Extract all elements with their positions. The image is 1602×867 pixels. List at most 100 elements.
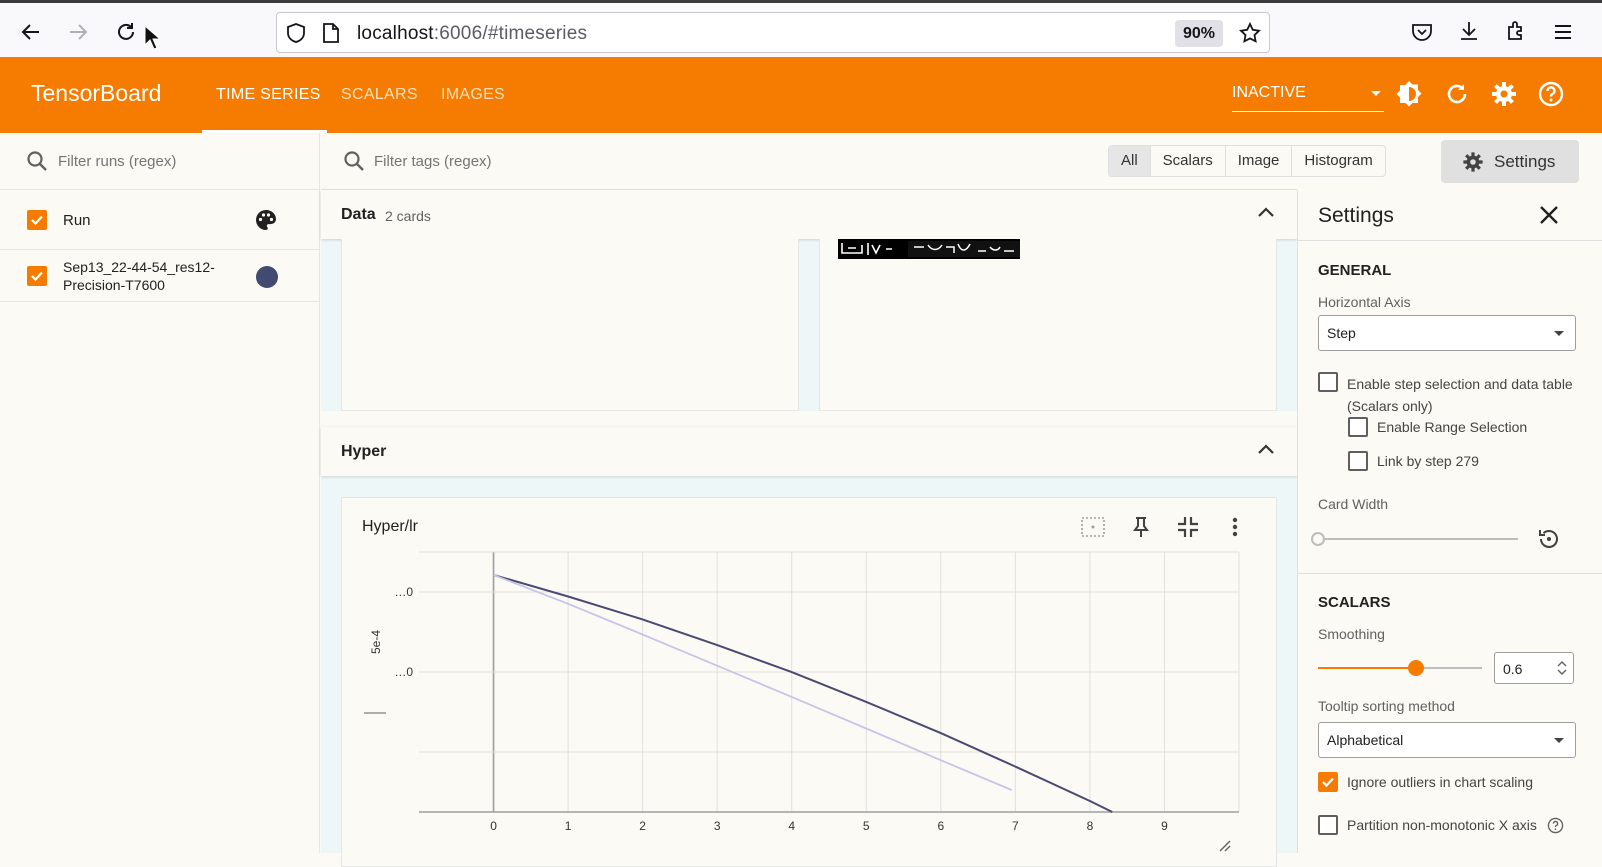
zoom-level-badge[interactable]: 90%	[1174, 20, 1223, 47]
dark-mode-toggle-icon[interactable]	[1394, 79, 1424, 109]
url-path: :6006/#timeseries	[433, 23, 588, 44]
shield-icon[interactable]	[285, 22, 307, 44]
chevron-up-icon[interactable]	[1257, 443, 1275, 455]
fit-domain-icon[interactable]	[1080, 514, 1106, 540]
checkmark-icon	[31, 271, 43, 282]
range-selection-checkbox[interactable]	[1348, 417, 1368, 437]
menu-hamburger-icon[interactable]	[1551, 20, 1575, 44]
settings-gear-icon[interactable]	[1489, 79, 1519, 109]
card-width-label: Card Width	[1318, 496, 1389, 512]
data-group-header[interactable]: Data 2 cards	[321, 190, 1297, 239]
collapse-card-icon[interactable]	[1175, 514, 1201, 540]
card-title: Hyper/lr	[362, 518, 419, 535]
ignore-outliers-checkbox[interactable]	[1318, 772, 1338, 792]
tab-images[interactable]: IMAGES	[441, 86, 505, 104]
horizontal-axis-value: Step	[1327, 325, 1356, 341]
x-tick-label: 5	[863, 819, 870, 833]
card-width-thumb[interactable]	[1311, 532, 1325, 546]
downloads-icon[interactable]	[1457, 19, 1481, 43]
refresh-icon[interactable]	[1442, 79, 1472, 109]
smoothing-input[interactable]: 0.6	[1494, 652, 1574, 684]
smoothing-slider-thumb[interactable]	[1408, 660, 1425, 676]
run-row[interactable]: Sep13_22-44-54_res12- Precision-T7600	[0, 250, 320, 302]
y-tick-label: …0	[394, 585, 413, 599]
partition-axis-checkbox[interactable]	[1318, 815, 1338, 835]
back-button[interactable]	[16, 17, 46, 47]
partition-axis-label: Partition non-monotonic X axis	[1347, 817, 1537, 833]
run-checkbox[interactable]	[27, 266, 47, 286]
x-tick-label: 4	[788, 819, 795, 833]
help-icon[interactable]	[1536, 79, 1566, 109]
pocket-icon[interactable]	[1410, 20, 1434, 44]
group-name: Hyper	[341, 443, 387, 460]
step-selection-checkbox[interactable]	[1318, 372, 1338, 392]
x-tick-label: 6	[937, 819, 944, 833]
hyper-group-header[interactable]: Hyper	[321, 427, 1297, 476]
run-name: Sep13_22-44-54_res12- Precision-T7600	[63, 258, 215, 294]
close-icon[interactable]	[1538, 204, 1560, 226]
runs-column-header: Run	[63, 212, 91, 229]
card-width-track[interactable]	[1318, 538, 1518, 540]
url-text[interactable]: localhost:6006/#timeseries	[357, 23, 587, 45]
runs-panel: Run Sep13_22-44-54_res12- Precision-T760…	[0, 133, 320, 853]
checkmark-icon	[1322, 777, 1334, 788]
run-color-swatch[interactable]	[256, 266, 278, 288]
image-content-icon	[841, 241, 1020, 257]
dropdown-arrow-icon	[1371, 91, 1381, 96]
run-name-line-2: Precision-T7600	[63, 277, 165, 293]
plugin-select[interactable]: INACTIVE	[1232, 84, 1384, 112]
horizontal-axis-select[interactable]: Step	[1318, 315, 1576, 351]
url-bar[interactable]: localhost:6006/#timeseries 90%	[276, 12, 1270, 53]
search-icon	[344, 151, 364, 171]
filter-all-button[interactable]: All	[1109, 146, 1150, 176]
step-selection-label: Enable step selection and data table (Sc…	[1347, 373, 1573, 417]
line-chart[interactable]: 0 1 2 3 4 5 6 7 8 9 …0 …0 5e-4	[342, 538, 1276, 858]
general-section-heading: GENERAL	[1318, 262, 1392, 279]
settings-panel: Settings GENERAL Horizontal Axis Step En…	[1297, 190, 1602, 853]
image-thumbnail[interactable]	[838, 239, 1020, 259]
chevron-up-icon[interactable]	[1257, 206, 1275, 218]
pin-icon[interactable]	[1128, 514, 1154, 540]
filter-image-button[interactable]: Image	[1224, 146, 1292, 176]
reload-button[interactable]	[111, 17, 141, 47]
spinner-arrows-icon[interactable]	[1557, 659, 1567, 677]
checkmark-icon	[31, 215, 43, 226]
plugin-select-value: INACTIVE	[1232, 84, 1306, 101]
filter-scalars-button[interactable]: Scalars	[1149, 146, 1225, 176]
smoothing-slider-fill	[1318, 667, 1417, 669]
runs-filter[interactable]	[0, 133, 320, 190]
resize-handle-icon[interactable]	[1219, 840, 1231, 852]
horizontal-axis-label: Horizontal Axis	[1318, 294, 1411, 310]
data-card-right	[819, 239, 1277, 411]
scalar-card: Hyper/lr 0 1 2 3 4 5 6 7 8 9 …0 …0 5e-4	[341, 497, 1277, 867]
tags-filter-input[interactable]	[374, 149, 794, 173]
help-icon[interactable]	[1547, 817, 1564, 834]
palette-icon[interactable]	[254, 208, 278, 232]
range-selection-label: Enable Range Selection	[1377, 419, 1528, 435]
scalars-section-heading: SCALARS	[1318, 594, 1391, 611]
filter-histogram-button[interactable]: Histogram	[1291, 146, 1384, 176]
settings-toggle-button[interactable]: Settings	[1441, 140, 1579, 183]
run-name-line-1: Sep13_22-44-54_res12-	[63, 259, 215, 275]
bookmark-star-icon[interactable]	[1239, 22, 1261, 44]
app-logo[interactable]: TensorBoard	[31, 80, 161, 107]
more-vert-icon[interactable]	[1222, 514, 1248, 540]
mouse-cursor-icon	[144, 25, 160, 50]
reset-icon[interactable]	[1536, 526, 1562, 552]
x-tick-label: 1	[565, 819, 572, 833]
forward-button[interactable]	[63, 17, 93, 47]
select-all-runs-checkbox[interactable]	[27, 210, 47, 230]
settings-gear-icon	[1463, 152, 1483, 172]
chart-tick-labels: 0 1 2 3 4 5 6 7 8 9 …0 …0	[394, 585, 1168, 833]
x-tick-label: 8	[1087, 819, 1094, 833]
tab-time-series[interactable]: TIME SERIES	[216, 86, 321, 104]
link-by-step-checkbox[interactable]	[1348, 451, 1368, 471]
browser-toolbar: localhost:6006/#timeseries 90%	[0, 0, 1602, 57]
tooltip-sort-select[interactable]: Alphabetical	[1318, 722, 1576, 758]
divider	[1298, 240, 1602, 241]
tab-scalars[interactable]: SCALARS	[341, 86, 418, 104]
runs-filter-input[interactable]	[58, 149, 298, 173]
group-card-count: 2 cards	[385, 208, 431, 224]
extensions-icon[interactable]	[1504, 19, 1528, 43]
smoothing-slider-track[interactable]	[1318, 660, 1482, 676]
